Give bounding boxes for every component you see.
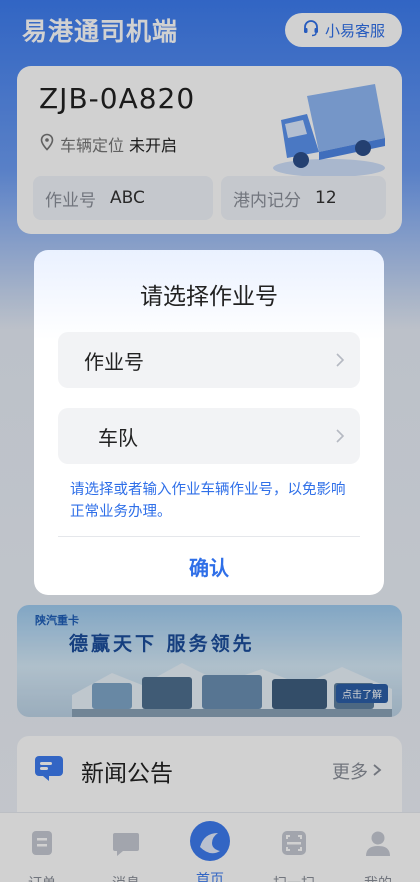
select-job-dialog: 请选择作业号 作业号 车队 请选择或者输入作业车辆作业号，以免影响正常业务办理。… <box>34 250 384 595</box>
confirm-button[interactable]: 确认 <box>34 537 384 595</box>
job-number-select-label: 作业号 <box>84 349 144 374</box>
job-number-select[interactable]: 作业号 <box>58 332 360 388</box>
team-select[interactable]: 车队 <box>58 408 360 464</box>
chevron-right-icon <box>334 426 346 446</box>
team-select-label: 车队 <box>98 425 138 450</box>
dialog-hint: 请选择或者输入作业车辆作业号，以免影响正常业务办理。 <box>70 482 346 520</box>
chevron-right-icon <box>334 350 346 370</box>
dialog-title: 请选择作业号 <box>140 284 278 310</box>
